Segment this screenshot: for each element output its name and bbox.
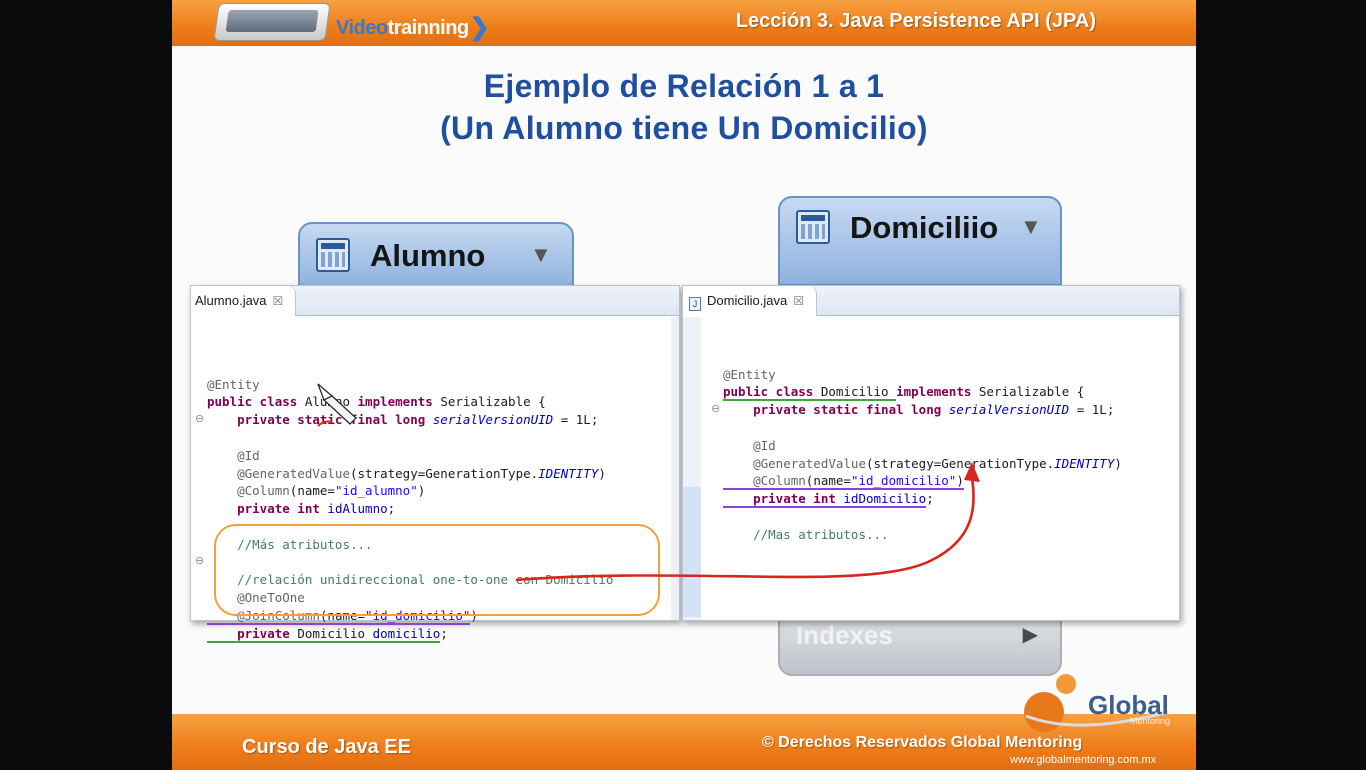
code-line: @Entity xyxy=(723,366,776,382)
dropdown-triangle-icon: ▼ xyxy=(530,242,552,267)
code-line: private int idDomicilio; xyxy=(723,491,934,509)
code-line: //Mas atributos... xyxy=(723,526,889,542)
copyright-text: © Derechos Reservados Global Mentoring xyxy=(762,734,1083,751)
table-icon xyxy=(316,238,350,272)
chevron-right-icon: ❯ xyxy=(469,14,490,41)
slide-title-line1: Ejemplo de Relación 1 a 1 xyxy=(483,68,885,104)
website-url: www.globalmentoring.com.mx xyxy=(1010,754,1157,766)
brand-part2: trainning xyxy=(387,17,470,39)
editor-tabbar: J Domicilio.java ☒ xyxy=(683,286,1179,316)
header-bar: Videotrainning❯ Lección 3. Java Persiste… xyxy=(172,0,1196,46)
course-name: Curso de Java EE xyxy=(242,736,411,758)
code-line: @Id xyxy=(723,437,776,453)
table-icon xyxy=(796,210,830,244)
slide-title-line2: (Un Alumno tiene Un Domicilio) xyxy=(440,110,928,146)
code-line: @GeneratedValue(strategy=GenerationType.… xyxy=(723,455,1122,471)
lesson-title: Lección 3. Java Persistence API (JPA) xyxy=(735,10,1096,32)
dropdown-triangle-icon: ▼ xyxy=(1020,214,1042,239)
tab-label: Domicilio.java xyxy=(707,293,788,308)
domicilio-entity-box: Domiciliio ▼ xyxy=(778,196,1062,286)
editor-gutter xyxy=(683,317,701,620)
code-line: private static final long serialVersionU… xyxy=(723,402,1115,418)
code-line: public class Domicilio implements Serial… xyxy=(723,384,1085,402)
brand-name: Videotrainning❯ xyxy=(336,12,490,41)
brand-part1: Video xyxy=(336,17,388,39)
relationship-highlight-ring xyxy=(214,524,660,616)
code-line: @Column(name="id_domicilio") xyxy=(723,473,964,491)
code-line: private int idAlumno; xyxy=(207,501,396,517)
code-line: public class Alumno implements Serializa… xyxy=(207,394,546,410)
tab-alumno-java[interactable]: Alumno.java ☒ xyxy=(191,286,297,316)
fold-marker-icon: ⊖ xyxy=(711,403,721,415)
code-line: @GeneratedValue(strategy=GenerationType.… xyxy=(207,465,606,481)
editor-tabbar: Alumno.java ☒ xyxy=(191,286,679,316)
code-line: @Entity xyxy=(207,376,260,392)
tab-domicilio-java[interactable]: J Domicilio.java ☒ xyxy=(683,286,817,316)
code-line: private Domicilio domicilio; xyxy=(207,625,448,643)
code-line: @Column(name="id_alumno") xyxy=(207,483,426,499)
tab-label: Alumno.java xyxy=(195,293,267,308)
videotrainning-logo xyxy=(213,3,331,41)
close-icon[interactable]: ☒ xyxy=(273,294,284,308)
alumno-entity-box: Alumno ▼ xyxy=(298,222,574,288)
alumno-code: @Entity public class Alumno implements Se… xyxy=(207,340,613,678)
domicilio-entity-name: Domiciliio xyxy=(850,210,999,245)
slide: Videotrainning❯ Lección 3. Java Persiste… xyxy=(172,0,1196,770)
fold-marker-icon: ⊖ xyxy=(195,413,205,425)
indexes-box: Indexes ▶ xyxy=(778,612,1062,676)
scrollbar[interactable] xyxy=(671,317,679,620)
alumno-entity-name: Alumno xyxy=(370,238,486,273)
domicilio-editor-panel: J Domicilio.java ☒ ⊖ @Entity public class D… xyxy=(682,285,1180,621)
code-line: @Id xyxy=(207,447,260,463)
fold-marker-icon: ⊖ xyxy=(195,555,205,567)
java-file-icon: J xyxy=(689,297,701,311)
close-icon[interactable]: ☒ xyxy=(793,294,804,308)
code-line: private static final long serialVersionU… xyxy=(207,412,599,428)
indexes-label: Indexes xyxy=(796,620,893,650)
mentoring-logo-text: Mentoring xyxy=(1130,716,1171,726)
play-triangle-icon: ▶ xyxy=(1022,624,1038,646)
domicilio-code: @Entity public class Domicilio implements… xyxy=(723,330,1122,579)
